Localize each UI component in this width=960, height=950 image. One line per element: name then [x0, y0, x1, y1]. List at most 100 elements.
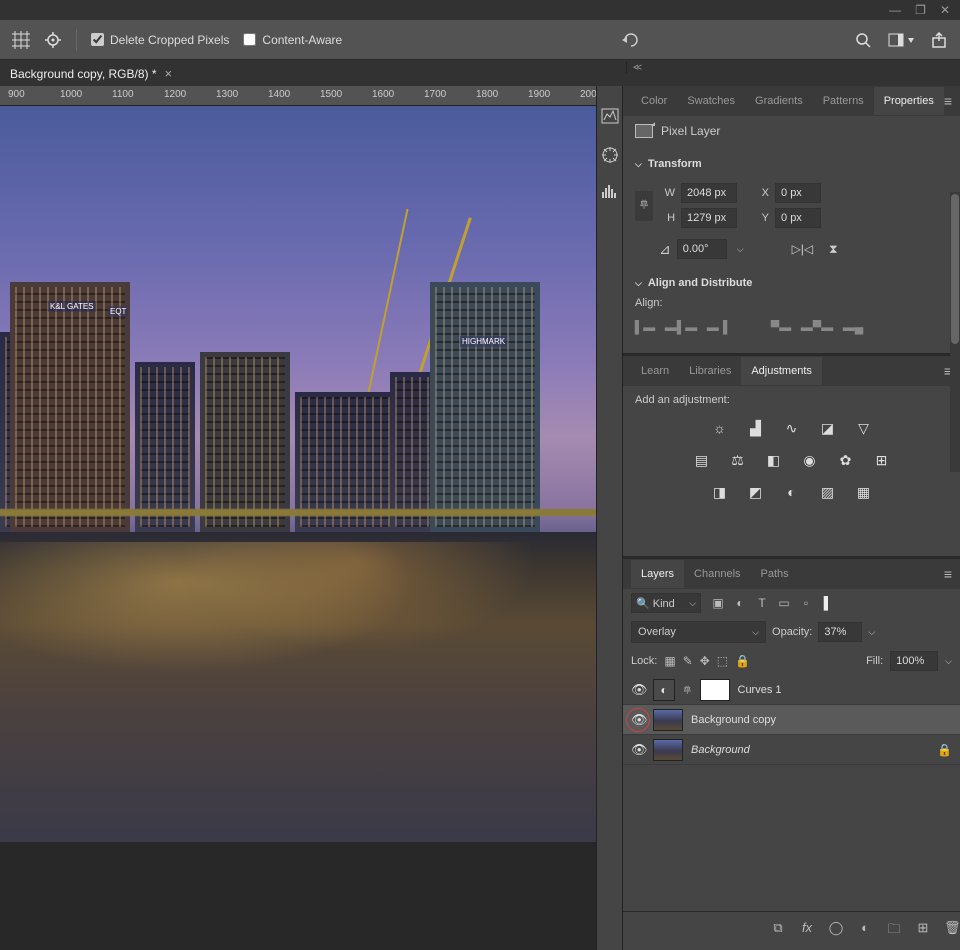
restore-button[interactable]: ❐ — [915, 3, 926, 17]
invert-icon[interactable]: ◨ — [709, 482, 731, 502]
delete-cropped-checkbox[interactable]: Delete Cropped Pixels — [91, 33, 229, 47]
histogram-icon[interactable] — [601, 108, 619, 126]
layer-thumbnail[interactable] — [653, 739, 683, 761]
align-center-v-icon[interactable]: ▬▀▬ — [807, 317, 827, 337]
flip-vertical-icon[interactable]: ⧗ — [829, 242, 837, 257]
panels-toggle[interactable]: ≪ — [626, 62, 648, 73]
width-input[interactable] — [681, 183, 737, 203]
close-icon[interactable]: × — [165, 66, 173, 81]
scrollbar-track[interactable] — [950, 192, 960, 472]
link-layers-icon[interactable]: ⧉ — [770, 920, 786, 942]
new-adjustment-icon[interactable]: ◐ — [857, 920, 873, 942]
selective-color-icon[interactable]: ▦ — [853, 482, 875, 502]
layer-row-background[interactable]: 👁 Background 🔒 — [623, 735, 960, 765]
layer-name[interactable]: Curves 1 — [738, 684, 953, 696]
lock-all-icon[interactable]: 🔒 — [735, 654, 750, 668]
panel-menu-icon[interactable]: ≡ — [944, 93, 952, 109]
filter-shape-icon[interactable]: ▭ — [777, 596, 791, 610]
new-layer-icon[interactable]: ⊞ — [915, 920, 931, 942]
visibility-icon[interactable]: 👁 — [631, 742, 645, 758]
close-button[interactable]: ✕ — [940, 3, 950, 17]
angle-dropdown-icon[interactable]: ⌵ — [733, 244, 748, 255]
lock-position-icon[interactable]: ✥ — [700, 654, 710, 668]
x-input[interactable] — [775, 183, 821, 203]
workspace-icon[interactable] — [886, 31, 916, 49]
ruler-horizontal[interactable]: 900 1000 1100 1200 1300 1400 1500 1600 1… — [0, 86, 596, 106]
mask-thumbnail[interactable] — [700, 679, 730, 701]
exposure-icon[interactable]: ◪ — [817, 418, 839, 438]
layer-name[interactable]: Background copy — [691, 714, 952, 726]
layer-style-icon[interactable]: fx — [799, 920, 815, 942]
transform-section-header[interactable]: ⌵ Transform — [635, 158, 948, 170]
photo-filter-icon[interactable]: ◉ — [799, 450, 821, 470]
visibility-icon[interactable]: 👁 — [631, 682, 645, 698]
lock-artboard-icon[interactable]: ⬚ — [717, 654, 728, 668]
fill-input[interactable] — [890, 651, 938, 671]
align-section-header[interactable]: ⌵ Align and Distribute — [635, 277, 948, 289]
lock-image-icon[interactable]: ✎ — [683, 654, 693, 668]
layer-thumbnail[interactable] — [653, 709, 683, 731]
levels-icon[interactable]: ▟ — [745, 418, 767, 438]
filter-adjustment-icon[interactable]: ◐ — [733, 596, 747, 610]
blend-mode-select[interactable]: Overlay⌵ — [631, 621, 766, 643]
tab-swatches[interactable]: Swatches — [677, 87, 745, 115]
content-aware-checkbox[interactable]: Content-Aware — [243, 33, 342, 47]
document-tab[interactable]: Background copy, RGB/8) * × — [0, 61, 182, 86]
color-balance-icon[interactable]: ⚖ — [727, 450, 749, 470]
filter-toggle-icon[interactable]: ▌ — [821, 596, 835, 610]
scrollbar-thumb[interactable] — [951, 194, 959, 344]
layer-row-curves[interactable]: 👁 ◐ 𐄷 Curves 1 — [623, 675, 960, 705]
tab-patterns[interactable]: Patterns — [813, 87, 874, 115]
content-aware-input[interactable] — [243, 33, 256, 46]
posterize-icon[interactable]: ◩ — [745, 482, 767, 502]
filter-smart-icon[interactable]: ▫ — [799, 596, 813, 610]
tab-properties[interactable]: Properties — [874, 87, 944, 115]
threshold-icon[interactable]: ◐ — [781, 482, 803, 502]
filter-kind-select[interactable]: 🔍 Kind⌵ — [631, 593, 701, 613]
y-input[interactable] — [775, 208, 821, 228]
layer-row-background-copy[interactable]: 👁 Background copy — [623, 705, 960, 735]
tab-learn[interactable]: Learn — [631, 357, 679, 385]
panel-menu-icon[interactable]: ≡ — [944, 566, 952, 582]
channel-mixer-icon[interactable]: ✿ — [835, 450, 857, 470]
tab-color[interactable]: Color — [631, 87, 677, 115]
histogram-panel-icon[interactable] — [601, 184, 619, 202]
tab-adjustments[interactable]: Adjustments — [741, 357, 822, 385]
delete-layer-icon[interactable]: 🗑 — [944, 920, 960, 942]
layer-mask-icon[interactable]: ◯ — [828, 920, 844, 942]
crop-grid-icon[interactable] — [12, 31, 30, 49]
reset-icon[interactable] — [622, 31, 640, 49]
height-input[interactable] — [681, 208, 737, 228]
tab-layers[interactable]: Layers — [631, 560, 684, 588]
new-group-icon[interactable]: 🗀 — [886, 920, 902, 942]
opacity-dropdown-icon[interactable]: ⌵ — [868, 627, 875, 638]
delete-cropped-input[interactable] — [91, 33, 104, 46]
align-right-icon[interactable]: ▬▐ — [707, 317, 727, 337]
filter-pixel-icon[interactable]: ▣ — [711, 596, 725, 610]
color-lookup-icon[interactable]: ⊞ — [871, 450, 893, 470]
align-top-icon[interactable]: ▀▬ — [771, 317, 791, 337]
angle-input[interactable] — [677, 239, 727, 259]
filter-type-icon[interactable]: T — [755, 596, 769, 610]
brightness-icon[interactable]: ☼ — [709, 418, 731, 438]
visibility-icon[interactable]: 👁 — [631, 712, 645, 728]
gradient-map-icon[interactable]: ▨ — [817, 482, 839, 502]
tab-gradients[interactable]: Gradients — [745, 87, 813, 115]
align-left-icon[interactable]: ▌▬ — [635, 317, 655, 337]
align-bottom-icon[interactable]: ▬▄ — [843, 317, 863, 337]
tab-channels[interactable]: Channels — [684, 560, 750, 588]
lock-transparent-icon[interactable]: ▦ — [664, 654, 675, 668]
fill-dropdown-icon[interactable]: ⌵ — [945, 656, 952, 667]
align-center-h-icon[interactable]: ▬▌▬ — [671, 317, 691, 337]
gear-icon[interactable] — [44, 31, 62, 49]
share-icon[interactable] — [930, 31, 948, 49]
tab-paths[interactable]: Paths — [751, 560, 799, 588]
minimize-button[interactable]: — — [889, 3, 901, 17]
opacity-input[interactable] — [818, 622, 862, 642]
vibrance-icon[interactable]: ▽ — [853, 418, 875, 438]
black-white-icon[interactable]: ◧ — [763, 450, 785, 470]
link-icon[interactable]: 𐄷 — [635, 191, 653, 221]
curves-icon[interactable]: ∿ — [781, 418, 803, 438]
navigator-icon[interactable] — [601, 146, 619, 164]
hue-sat-icon[interactable]: ▤ — [691, 450, 713, 470]
